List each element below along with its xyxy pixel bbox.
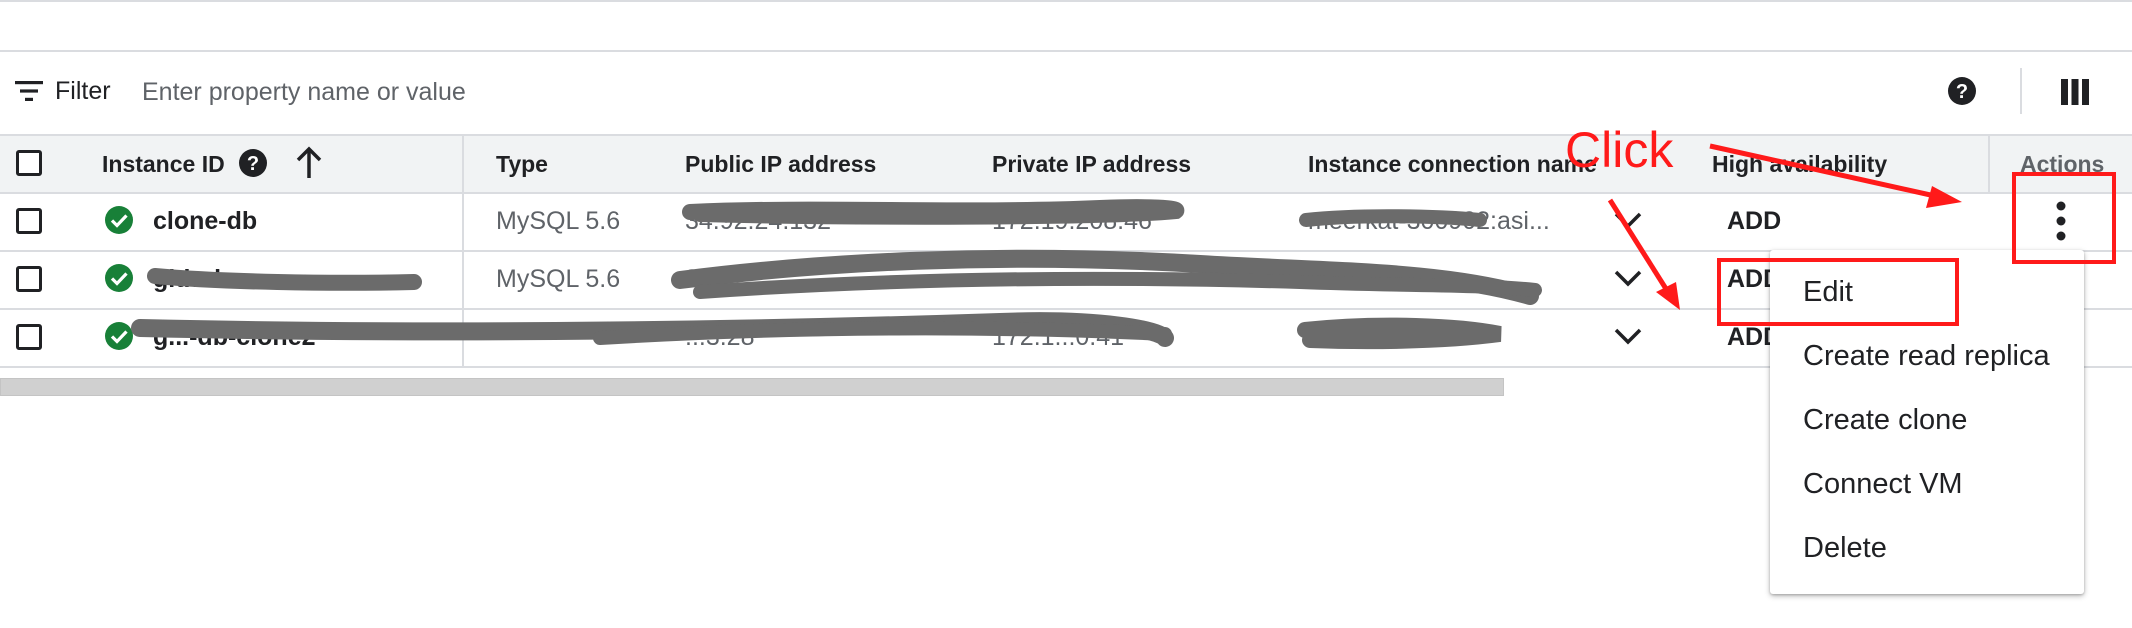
column-header-type[interactable]: Type — [496, 150, 548, 178]
instance-type: MySQL 5.6 — [496, 207, 621, 235]
status-ok-icon — [105, 264, 133, 292]
chevron-down-icon[interactable] — [1613, 268, 1643, 290]
column-header-high-availability[interactable]: High availability — [1712, 150, 1887, 178]
menu-item-create-clone[interactable]: Create clone — [1803, 402, 1967, 438]
table-header: Instance ID ? Type Public IP address Pri… — [0, 134, 2132, 194]
column-header-instance-id[interactable]: Instance ID — [102, 150, 225, 178]
actions-column-divider — [1988, 134, 1990, 192]
instance-id[interactable]: g...-db-clone2 — [153, 322, 316, 352]
svg-text:?: ? — [247, 153, 259, 175]
toolbar-separator — [2020, 68, 2022, 114]
private-ip: 172.1...0.41 — [992, 323, 1125, 351]
menu-item-create-read-replica[interactable]: Create read replica — [1803, 338, 2050, 374]
column-header-private-ip[interactable]: Private IP address — [992, 150, 1191, 178]
help-icon[interactable]: ? — [1947, 76, 1977, 106]
instance-id[interactable]: clone-db — [153, 206, 257, 236]
instance-type: MySQL 5.6 — [496, 265, 621, 293]
status-ok-icon — [105, 206, 133, 234]
column-display-icon[interactable] — [2060, 78, 2090, 106]
connection-name: meerkat-300902:asi... — [1308, 207, 1550, 235]
status-ok-icon — [105, 322, 133, 350]
row-checkbox[interactable] — [16, 208, 42, 234]
select-all-checkbox[interactable] — [16, 150, 42, 176]
menu-item-delete[interactable]: Delete — [1803, 530, 1887, 566]
filter-icon[interactable] — [14, 76, 44, 106]
svg-text:?: ? — [1956, 81, 1968, 103]
connection-name: ...sia-...ci... — [1308, 265, 1429, 293]
row-checkbox[interactable] — [16, 324, 42, 350]
row-checkbox[interactable] — [16, 266, 42, 292]
table-row: clone-db MySQL 5.6 34.92.24.132 172.19.2… — [0, 192, 2132, 252]
private-ip: 172.19.208.46 — [992, 207, 1152, 235]
filter-label[interactable]: Filter — [55, 74, 111, 108]
filter-bar: Filter ? — [0, 52, 2132, 132]
annotation-label: Click — [1565, 122, 1674, 178]
filter-input[interactable] — [140, 70, 1144, 114]
help-icon[interactable]: ? — [238, 148, 268, 178]
public-ip: 34.92.24.132 — [685, 207, 831, 235]
chevron-down-icon[interactable] — [1613, 326, 1643, 348]
menu-item-connect-vm[interactable]: Connect VM — [1803, 466, 1963, 502]
public-ip: 34. — [685, 265, 720, 293]
public-ip: ...3.28 — [685, 323, 755, 351]
add-high-availability-button[interactable]: ADD — [1727, 206, 1781, 236]
sort-ascending-icon[interactable] — [294, 146, 324, 180]
top-border — [0, 0, 2132, 6]
column-header-public-ip[interactable]: Public IP address — [685, 150, 876, 178]
column-header-connection-name[interactable]: Instance connection name — [1308, 150, 1597, 178]
instance-id[interactable]: github — [153, 264, 229, 294]
horizontal-scrollbar[interactable] — [0, 378, 1504, 396]
annotation-highlight-actions — [2012, 172, 2116, 264]
connection-name: ...ci... — [1308, 323, 1368, 351]
chevron-down-icon[interactable] — [1613, 210, 1643, 232]
annotation-highlight-edit — [1717, 258, 1959, 326]
